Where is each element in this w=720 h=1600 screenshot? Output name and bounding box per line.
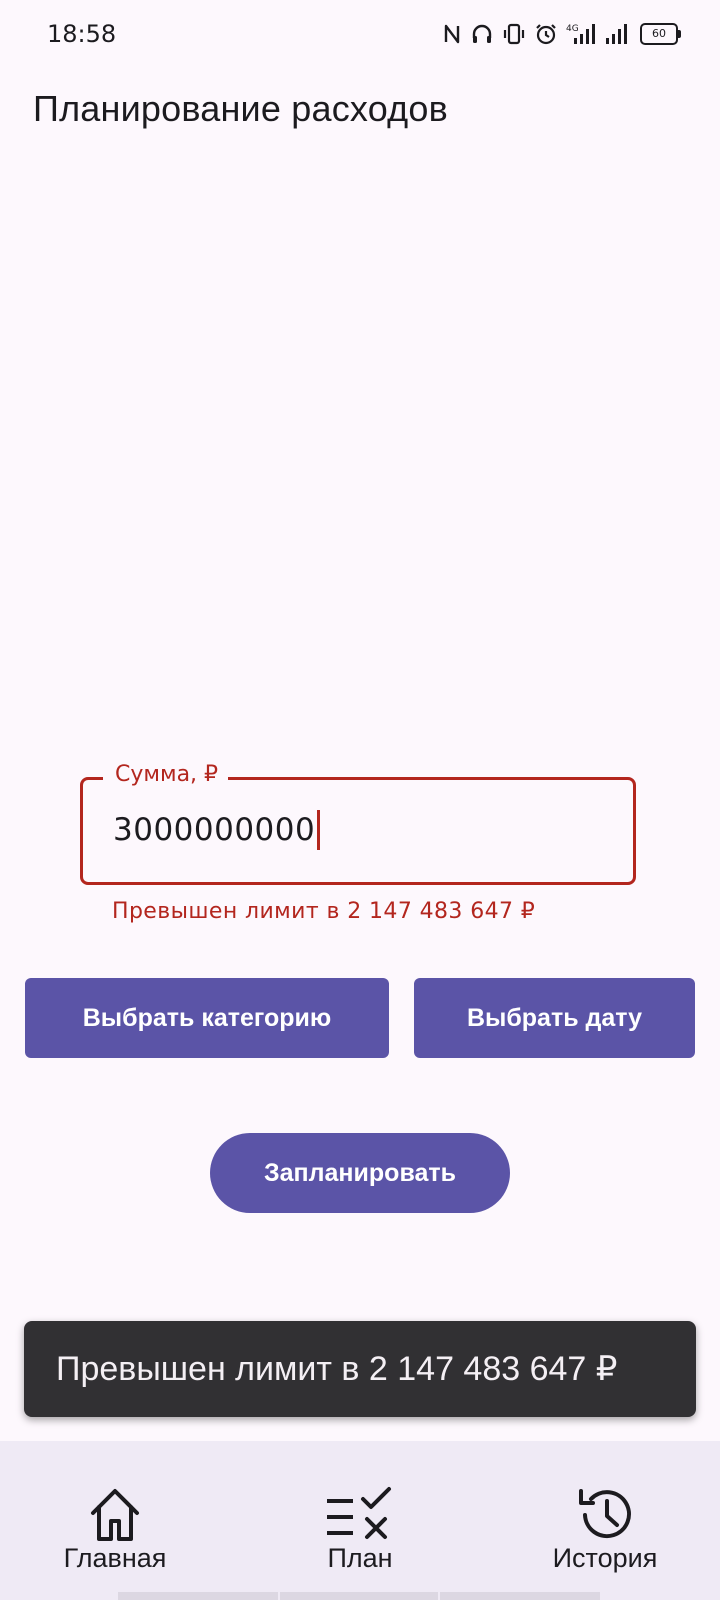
status-time: 18:58	[47, 20, 117, 48]
status-bar: 18:58 4G 60	[0, 0, 720, 72]
nav-label-history: История	[552, 1543, 658, 1573]
history-icon	[579, 1489, 631, 1539]
signal-icon	[606, 24, 627, 44]
snackbar-message: Превышен лимит в 2 147 483 647 ₽	[56, 1350, 618, 1388]
headphones-icon	[472, 24, 492, 43]
gesture-bar[interactable]	[118, 1592, 278, 1600]
amount-value: 3000000000	[113, 812, 316, 848]
nav-label-home: Главная	[63, 1543, 167, 1573]
plan-button[interactable]: Запланировать	[210, 1133, 510, 1213]
amount-input[interactable]: 3000000000	[113, 810, 321, 850]
select-date-button[interactable]: Выбрать дату	[414, 978, 695, 1058]
nav-item-history[interactable]: История	[525, 1441, 685, 1591]
gesture-bar[interactable]	[280, 1592, 438, 1600]
amount-field-label: Сумма, ₽	[103, 762, 229, 787]
gesture-bar[interactable]	[440, 1592, 600, 1600]
text-cursor	[317, 810, 321, 850]
nav-item-plan[interactable]: План	[280, 1441, 440, 1591]
svg-text:4G: 4G	[566, 24, 579, 34]
status-icons: 4G 60	[442, 22, 681, 46]
alarm-icon	[536, 24, 556, 45]
amount-error-text: Превышен лимит в 2 147 483 647 ₽	[112, 899, 536, 924]
page-title: Планирование расходов	[33, 88, 448, 129]
select-category-button[interactable]: Выбрать категорию	[25, 978, 389, 1058]
battery-icon: 60	[640, 23, 681, 45]
plan-checklist-icon	[327, 1487, 391, 1539]
vibrate-icon	[503, 23, 525, 45]
nav-label-plan: План	[327, 1543, 393, 1573]
nfc-icon	[444, 24, 460, 44]
signal-4g-icon: 4G	[566, 24, 595, 44]
bottom-navigation: Главная План История	[0, 1441, 720, 1600]
amount-field[interactable]: Сумма, ₽ 3000000000	[80, 762, 636, 885]
home-icon	[91, 1489, 139, 1541]
snackbar: Превышен лимит в 2 147 483 647 ₽	[24, 1321, 696, 1417]
nav-item-home[interactable]: Главная	[35, 1441, 195, 1591]
